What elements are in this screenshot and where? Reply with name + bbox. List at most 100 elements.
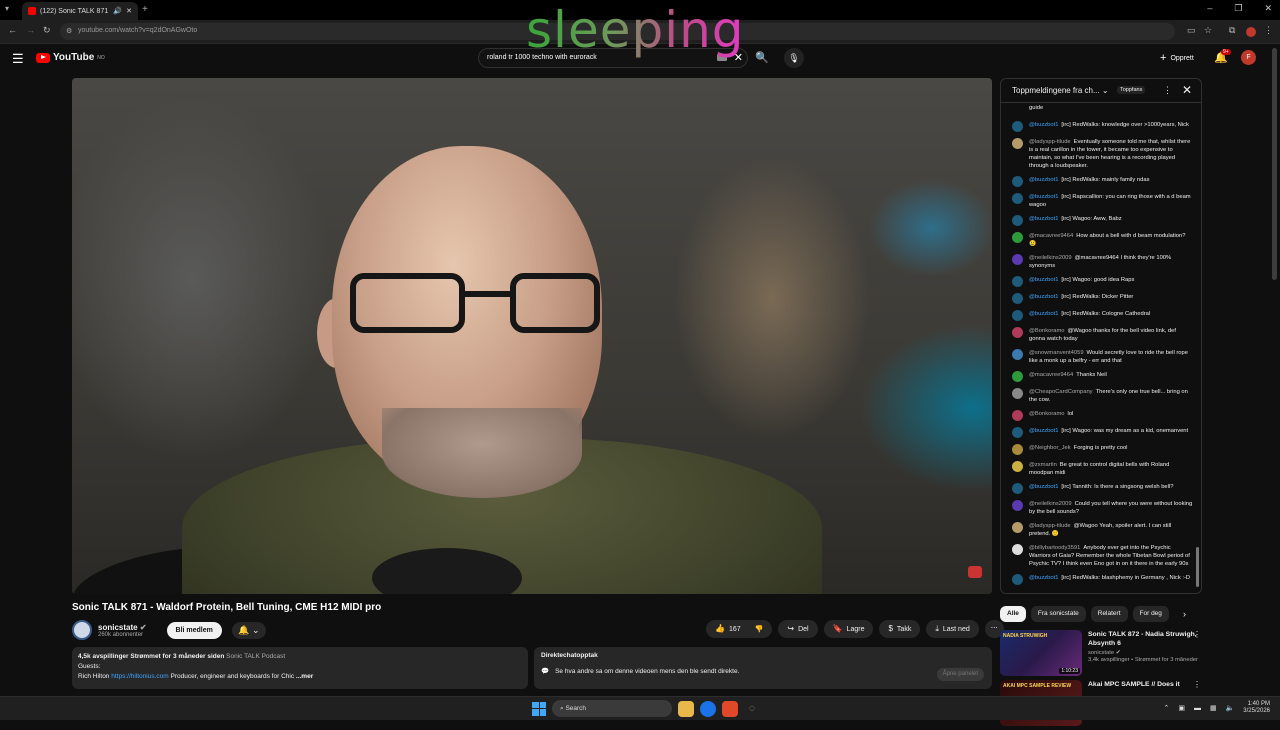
chat-avatar[interactable] (1012, 461, 1023, 472)
chat-author[interactable]: @buzzbot1 (1029, 311, 1058, 317)
site-info-icon[interactable]: ⚙ (66, 27, 72, 35)
recommendation-item[interactable]: NADIA STRUWIGH 1:10:23 Sonic TALK 872 - N… (1000, 630, 1205, 676)
back-arrow-icon[interactable]: ← (8, 25, 17, 35)
chat-mode-dropdown[interactable]: Toppmeldingene fra ch... ⌄ (1012, 86, 1109, 95)
chip-related[interactable]: Relatert (1090, 606, 1128, 622)
video-thumbnail[interactable]: NADIA STRUWIGH 1:10:23 (1000, 630, 1082, 676)
channel-name[interactable]: sonicstate ✔ (98, 623, 147, 632)
chat-avatar[interactable] (1012, 232, 1023, 243)
chat-author[interactable]: @buzzbot1 (1029, 294, 1058, 300)
bookmark-star-icon[interactable]: ☆ (1204, 25, 1212, 36)
guest-link[interactable]: https://hiltonius.com (111, 673, 168, 680)
tab-search-icon[interactable]: ▾ (5, 4, 9, 13)
chat-avatar[interactable] (1012, 276, 1023, 287)
clear-search-icon[interactable]: ✕ (734, 51, 743, 64)
chat-messages[interactable]: guide @buzzbot1 [irc] RedWalks: knowledge… (1001, 104, 1197, 593)
dislike-icon[interactable]: 👎 (755, 626, 764, 633)
chat-avatar[interactable] (1012, 522, 1023, 533)
chat-avatar[interactable] (1012, 327, 1023, 338)
youtube-logo[interactable]: YouTube NO (36, 52, 105, 63)
chat-avatar[interactable] (1012, 176, 1023, 187)
chat-author[interactable]: @buzzbot1 (1029, 122, 1058, 128)
chat-author[interactable]: @ladyspp-tilude (1029, 523, 1071, 529)
chat-avatar[interactable] (1012, 371, 1023, 382)
top-fans-badge[interactable]: Toppfans (1117, 86, 1146, 94)
chat-author[interactable]: @buzzbot1 (1029, 194, 1058, 200)
chat-avatar[interactable] (1012, 444, 1023, 455)
chat-avatar[interactable] (1012, 254, 1023, 265)
file-explorer-icon[interactable] (678, 700, 694, 717)
tray-app-icon[interactable]: ▣ (1178, 704, 1185, 712)
clock[interactable]: 1:40 PM 3/25/2026 (1243, 701, 1270, 715)
taskbar-search[interactable]: ⌕ Search (552, 700, 672, 717)
chat-avatar[interactable] (1012, 293, 1023, 304)
forward-arrow-icon[interactable]: → (26, 25, 35, 35)
download-button[interactable]: ⤓ Last ned (926, 620, 979, 638)
search-input[interactable]: roland tr 1000 techno with eurorack ✕ (478, 48, 748, 68)
new-tab-button[interactable]: + (142, 4, 148, 15)
chat-author[interactable]: @buzzbot1 (1029, 428, 1058, 434)
chat-author[interactable]: @snowmanvent4059 (1029, 350, 1084, 356)
chat-avatar[interactable] (1012, 388, 1023, 399)
recommendation-title[interactable]: Sonic TALK 872 - Nadia Struwigh, Absynth… (1088, 630, 1205, 648)
tab-close-icon[interactable]: ✕ (126, 7, 132, 15)
save-button[interactable]: 🔖 Lagre (823, 620, 874, 638)
chat-author[interactable]: @Bonkoramo (1029, 328, 1065, 334)
subscription-bell-button[interactable]: 🔔 ⌄ (231, 621, 266, 639)
recommendation-more-icon[interactable]: ⋮ (1193, 680, 1201, 689)
tab-audio-icon[interactable]: 🔊 (113, 7, 122, 15)
chat-avatar[interactable] (1012, 410, 1023, 421)
chat-avatar[interactable] (1012, 349, 1023, 360)
search-button[interactable]: 🔍 (750, 48, 774, 68)
chat-author[interactable]: @ladyspp-tilude (1029, 139, 1071, 145)
reload-icon[interactable]: ↻ (43, 25, 51, 36)
chat-more-icon[interactable]: ⋮ (1163, 85, 1172, 96)
chip-all[interactable]: Alle (1000, 606, 1026, 622)
like-button[interactable]: 👍 167 👎 (706, 620, 773, 638)
chevron-right-icon[interactable]: › (1183, 609, 1186, 619)
chat-avatar[interactable] (1012, 483, 1023, 494)
chat-avatar[interactable] (1012, 574, 1023, 585)
network-icon[interactable]: ▦ (1210, 704, 1217, 712)
voice-search-button[interactable]: 🎙 (784, 48, 804, 68)
minimize-button[interactable]: – (1207, 3, 1212, 14)
chat-avatar[interactable] (1012, 215, 1023, 226)
brave-icon[interactable] (722, 700, 738, 717)
chat-author[interactable]: @Neighbor_Jek (1029, 445, 1071, 451)
youtube-watermark-icon[interactable] (968, 566, 982, 578)
chat-author[interactable]: @zxmartin (1029, 462, 1057, 468)
address-bar[interactable]: ⚙ youtube.com/watch?v=q2dOnAGwOto (60, 23, 1175, 40)
extensions-icon[interactable]: ⧉ (1229, 25, 1235, 36)
cast-icon[interactable]: ▭ (1187, 25, 1196, 36)
create-button[interactable]: + Opprett (1160, 52, 1194, 64)
channel-avatar[interactable] (72, 620, 92, 640)
chat-author[interactable]: @buzzbot1 (1029, 575, 1058, 581)
chrome-icon[interactable] (700, 700, 716, 717)
recommendation-title[interactable]: Akai MPC SAMPLE // Does it (1088, 680, 1180, 689)
chat-author[interactable]: @buzzbot1 (1029, 484, 1058, 490)
open-panel-button[interactable]: Åpne panelet (936, 668, 984, 681)
chat-author[interactable]: @buzzbot1 (1029, 216, 1058, 222)
chat-author[interactable]: @CheapoCardCompany (1029, 389, 1093, 395)
browser-tab[interactable]: (122) Sonic TALK 871 - Wal 🔊 ✕ (22, 2, 138, 20)
app-icon[interactable]: ◌ (744, 701, 760, 717)
page-scrollbar[interactable] (1272, 48, 1277, 280)
chat-avatar[interactable] (1012, 544, 1023, 555)
thanks-button[interactable]: $ Takk (879, 620, 921, 638)
join-button[interactable]: Bli medlem (166, 621, 222, 639)
chat-avatar[interactable] (1012, 500, 1023, 511)
description-tag[interactable]: Sonic TALK Podcast (226, 653, 285, 660)
chat-author[interactable]: @buzzbot1 (1029, 277, 1058, 283)
recommendation-more-icon[interactable]: ⋮ (1193, 630, 1201, 639)
account-avatar[interactable]: F (1241, 50, 1256, 65)
chat-avatar[interactable] (1012, 427, 1023, 438)
chip-from-channel[interactable]: Fra sonicstate (1030, 606, 1086, 622)
maximize-button[interactable]: ❐ (1234, 3, 1242, 14)
close-window-button[interactable]: ✕ (1264, 3, 1272, 14)
chat-author[interactable]: @Bonkoramo (1029, 411, 1065, 417)
chat-author[interactable]: @neilelkins2009 (1029, 255, 1072, 261)
chat-avatar[interactable] (1012, 193, 1023, 204)
chat-avatar[interactable] (1012, 310, 1023, 321)
browser-menu-icon[interactable]: ⋮ (1264, 25, 1273, 36)
chat-avatar[interactable] (1012, 121, 1023, 132)
